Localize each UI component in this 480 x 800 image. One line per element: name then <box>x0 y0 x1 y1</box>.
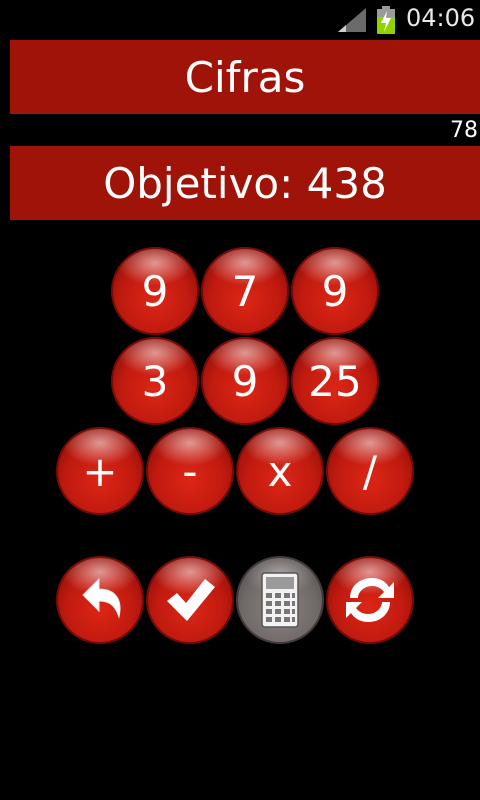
divide-button[interactable]: / <box>326 427 414 515</box>
number-button[interactable]: 9 <box>291 247 379 335</box>
number-button[interactable]: 9 <box>111 247 199 335</box>
number-button[interactable]: 9 <box>201 337 289 425</box>
battery-charging-icon <box>377 6 395 34</box>
number-button[interactable]: 7 <box>201 247 289 335</box>
calculator-icon <box>261 572 299 628</box>
multiply-button[interactable]: x <box>236 427 324 515</box>
refresh-button[interactable] <box>326 556 414 644</box>
signal-icon <box>338 8 366 32</box>
operator-label: - <box>182 446 198 496</box>
minus-button[interactable]: - <box>146 427 234 515</box>
status-bar: 04:06 <box>0 0 480 38</box>
number-value: 7 <box>231 266 259 316</box>
calculator-button[interactable] <box>236 556 324 644</box>
number-value: 9 <box>231 356 259 406</box>
refresh-icon <box>346 578 394 622</box>
operator-label: + <box>82 446 118 496</box>
undo-arrow-icon <box>82 577 121 619</box>
clock: 04:06 <box>406 4 476 32</box>
target-banner: Objetivo: 438 <box>10 146 480 220</box>
checkmark-icon <box>167 579 215 621</box>
title-banner: Cifras <box>10 40 480 114</box>
number-button[interactable]: 3 <box>111 337 199 425</box>
number-value: 9 <box>141 266 169 316</box>
number-value: 9 <box>321 266 349 316</box>
number-value: 3 <box>141 356 169 406</box>
undo-button[interactable] <box>56 556 144 644</box>
number-value: 25 <box>308 356 362 406</box>
plus-button[interactable]: + <box>56 427 144 515</box>
target-label: Objetivo: 438 <box>103 158 387 208</box>
operator-label: / <box>362 446 378 496</box>
operator-label: x <box>267 446 293 496</box>
score: 78 <box>450 118 478 143</box>
check-button[interactable] <box>146 556 234 644</box>
number-button[interactable]: 25 <box>291 337 379 425</box>
page-title: Cifras <box>184 52 306 102</box>
